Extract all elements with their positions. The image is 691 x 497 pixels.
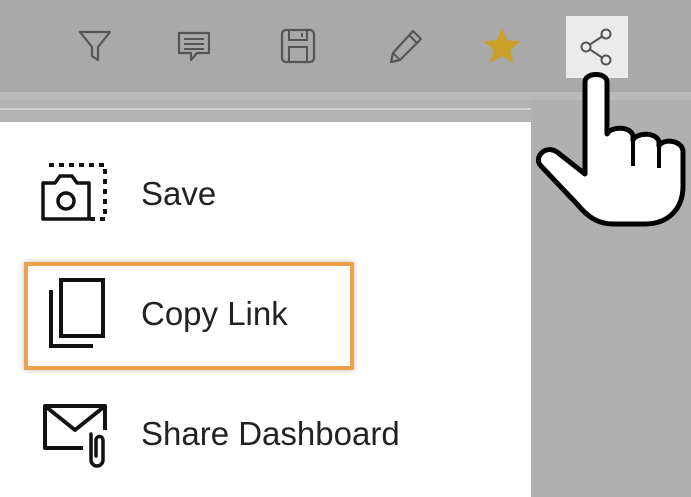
filter-icon[interactable]: [67, 18, 123, 74]
save-icon[interactable]: [270, 18, 326, 74]
camera-snapshot-icon: [30, 154, 120, 234]
hand-pointer-icon: [527, 70, 691, 230]
menu-item-label: Save: [141, 175, 217, 212]
menu-item-share-dashboard[interactable]: Share Dashboard: [0, 394, 531, 474]
menu-item-label: Share Dashboard: [141, 415, 400, 452]
star-icon[interactable]: [474, 18, 530, 74]
copy-link-highlight: [24, 262, 354, 370]
edit-icon[interactable]: [378, 18, 434, 74]
comment-icon[interactable]: [166, 18, 222, 74]
divider-line: [0, 108, 540, 110]
menu-item-save[interactable]: Save: [0, 154, 531, 234]
mail-attachment-icon: [30, 394, 120, 474]
share-icon[interactable]: [566, 16, 628, 78]
